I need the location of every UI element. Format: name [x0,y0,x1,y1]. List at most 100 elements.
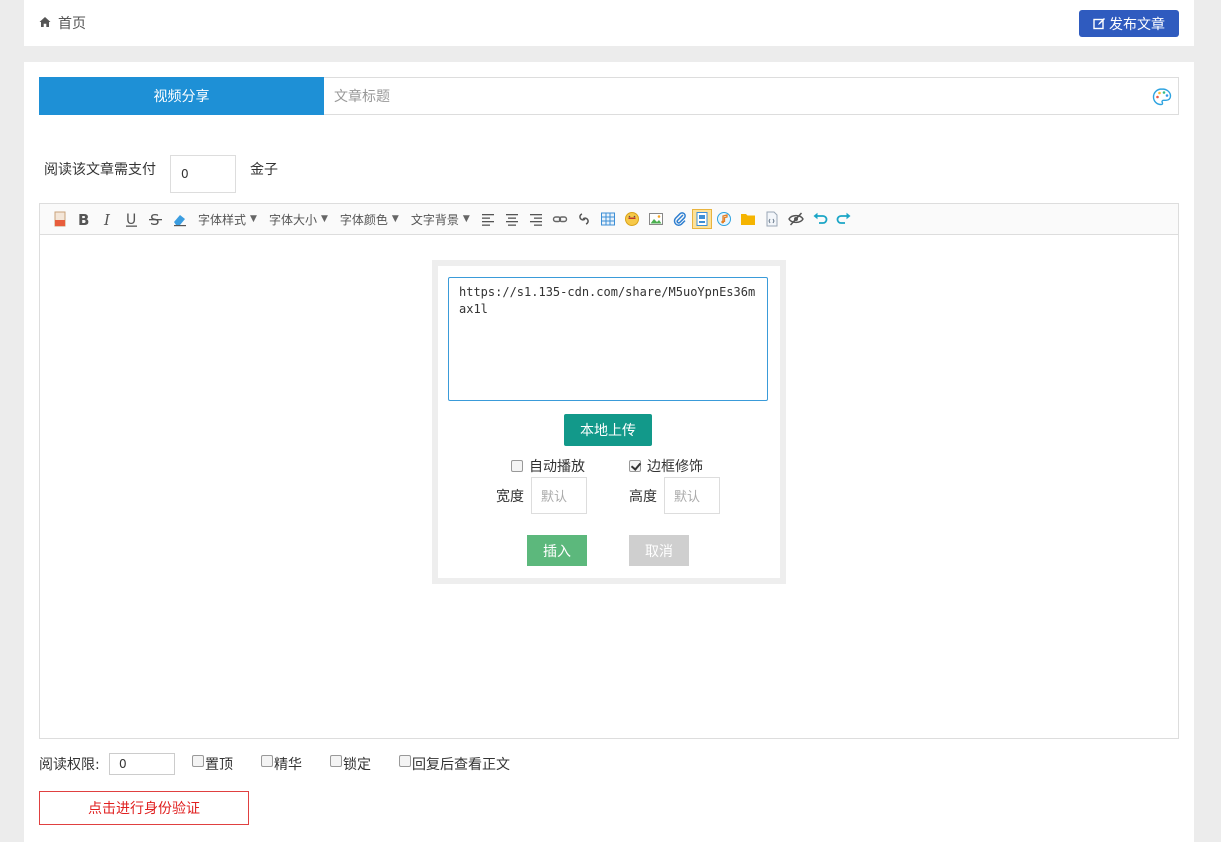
option-label: 锁定 [343,757,371,773]
music-button[interactable] [712,207,736,231]
border-checkbox[interactable] [629,460,641,472]
pay-amount-input[interactable]: 0 [170,155,236,193]
image-button[interactable] [644,207,668,231]
read-permission-label: 阅读权限: [39,757,100,773]
caret-down-icon: ▼ [250,214,257,224]
video-url-textarea[interactable]: https://s1.135-cdn.com/share/M5uoYpnEs36… [448,277,768,401]
paperclip-icon [673,212,686,226]
eye-off-icon [787,212,804,226]
reply-to-view-checkbox[interactable] [399,755,411,767]
table-icon [600,212,615,226]
video-dialog-body: https://s1.135-cdn.com/share/M5uoYpnEs36… [438,266,780,578]
breadcrumb-home[interactable]: 首页 [58,13,86,33]
video-icon [696,212,708,226]
cancel-button[interactable]: 取消 [629,535,689,566]
pay-label: 阅读该文章需支付 [44,162,156,178]
redo-button[interactable] [832,207,856,231]
emoji-icon [624,212,639,226]
publish-article-button[interactable]: 发布文章 [1079,10,1179,37]
insert-button[interactable]: 插入 [527,535,587,566]
svg-text:U: U [126,212,136,227]
text-background-dropdown[interactable]: 文字背景 ▼ [411,211,470,228]
undo-icon [813,212,828,224]
table-button[interactable] [596,207,620,231]
image-icon [648,213,663,225]
title-input[interactable]: 文章标题 [324,77,1179,115]
align-center-button[interactable] [500,207,524,231]
folder-icon [740,214,755,225]
publish-label: 发布文章 [1109,16,1165,33]
height-input[interactable]: 默认 [664,477,720,514]
identity-verify-button[interactable]: 点击进行身份验证 [39,791,249,825]
width-input[interactable]: 默认 [531,477,587,514]
align-left-button[interactable] [476,207,500,231]
unlink-icon [578,213,589,225]
bold-icon: B [78,211,89,227]
local-upload-button[interactable]: 本地上传 [564,414,652,446]
hide-content-button[interactable] [784,207,808,231]
font-color-dropdown[interactable]: 字体颜色 ▼ [340,211,399,228]
top-bar: 首页 发布文章 [24,0,1194,46]
dropdown-label: 字体大小 [268,212,317,227]
align-right-button[interactable] [524,207,548,231]
svg-text:B: B [78,211,89,227]
featured-checkbox[interactable] [261,755,273,767]
folder-button[interactable] [736,207,760,231]
html-icon [54,211,66,227]
home-icon[interactable] [39,16,51,28]
border-option[interactable]: 边框修饰 [629,456,703,476]
video-button[interactable] [691,209,712,229]
redo-icon [836,212,851,224]
autoplay-checkbox[interactable] [511,460,523,472]
title-placeholder: 文章标题 [334,89,390,105]
code-file-icon [766,211,778,227]
option-label: 回复后查看正文 [412,757,510,773]
link-button[interactable] [548,207,572,231]
attachment-button[interactable] [668,207,692,231]
unlink-button[interactable] [572,207,596,231]
option-pin[interactable]: 置顶 [192,754,233,774]
align-center-icon [505,214,518,226]
rich-text-editor: B I U S 字体样式▼ 字体大小▼ [39,203,1179,739]
dropdown-label: 字体样式 [198,212,247,227]
category-tab[interactable]: 视频分享 [39,77,324,115]
underline-button[interactable]: U [120,207,144,231]
align-right-icon [529,214,542,226]
emoji-button[interactable] [620,207,644,231]
font-style-dropdown[interactable]: 字体样式 ▼ [198,211,257,228]
height-label: 高度 [629,489,657,505]
lock-checkbox[interactable] [330,755,342,767]
editor-toolbar: B I U S 字体样式▼ 字体大小▼ [40,204,1178,235]
width-placeholder: 默认 [541,490,568,505]
strikethrough-button[interactable]: S [144,207,168,231]
border-label: 边框修饰 [647,459,703,475]
option-label: 精华 [274,757,302,773]
caret-down-icon: ▼ [391,214,399,224]
undo-button[interactable] [808,207,832,231]
dropdown-label: 字体颜色 [339,212,388,227]
italic-button[interactable]: I [96,207,120,231]
underline-icon: U [126,212,137,227]
bold-button[interactable]: B [72,207,96,231]
strikethrough-icon: S [149,211,162,227]
option-featured[interactable]: 精华 [261,754,302,774]
palette-icon[interactable] [1152,87,1172,107]
clear-format-button[interactable] [168,207,192,231]
edit-icon [1093,18,1105,30]
autoplay-label: 自动播放 [529,459,585,475]
pin-checkbox[interactable] [192,755,204,767]
music-icon [716,212,731,226]
height-placeholder: 默认 [674,490,701,505]
video-insert-dialog: https://s1.135-cdn.com/share/M5uoYpnEs36… [432,260,786,584]
code-button[interactable] [760,207,784,231]
autoplay-option[interactable]: 自动播放 [511,456,585,476]
option-label: 置顶 [205,757,233,773]
option-reply-to-view[interactable]: 回复后查看正文 [399,754,510,774]
read-permission-input[interactable]: 0 [109,753,175,775]
font-size-dropdown[interactable]: 字体大小 ▼ [269,211,328,228]
html-source-button[interactable] [48,207,72,231]
italic-icon: I [103,211,111,227]
pay-unit: 金子 [250,162,278,178]
option-lock[interactable]: 锁定 [330,754,371,774]
align-left-icon [481,214,494,226]
